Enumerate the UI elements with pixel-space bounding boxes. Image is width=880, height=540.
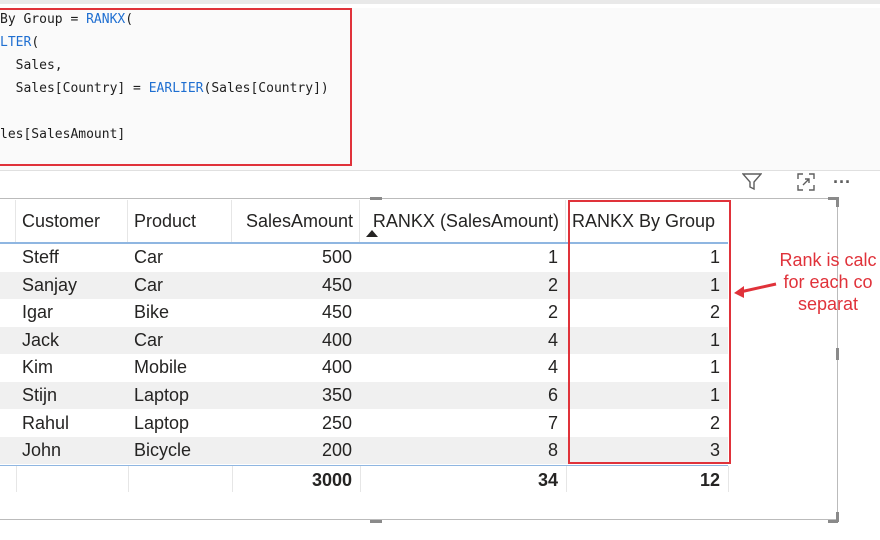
cell-product: Car (134, 329, 164, 350)
cell-product: Mobile (134, 357, 188, 378)
cell-sales: 450 (321, 274, 352, 295)
cell-rank: 2 (547, 274, 558, 295)
cell-sales: 200 (321, 440, 352, 461)
cell-sales: 350 (321, 385, 352, 405)
cell-rank: 8 (547, 440, 558, 461)
code-line-4: Sales[Country] = EARLIER(Sales[Country]) (0, 81, 329, 96)
cell-sales: 400 (321, 357, 352, 378)
sort-ascending-icon (366, 230, 378, 237)
resize-corner-top-right-v[interactable] (836, 197, 839, 207)
column-header-salesamount[interactable]: SalesAmount (232, 200, 360, 242)
cell-rank: 4 (547, 329, 558, 350)
total-separator (16, 466, 17, 492)
cell-rank: 4 (547, 357, 558, 378)
annotation-line-3: separat (797, 294, 859, 314)
total-separator (128, 466, 129, 492)
cell-product: Car (134, 274, 164, 295)
cell-rank: 6 (547, 385, 558, 405)
code-line-2: LTER( (0, 35, 40, 50)
cell-sales: 450 (321, 302, 352, 323)
cell-sales: 500 (321, 247, 352, 267)
cell-sales: 400 (321, 329, 352, 350)
annotation-line-2: for each co (783, 272, 873, 292)
cell-customer: Rahul (22, 412, 70, 433)
column-header-product[interactable]: Product (128, 200, 232, 242)
cell-customer: Stijn (22, 385, 58, 405)
cell-rank: 2 (547, 302, 558, 323)
cell-customer: John (22, 440, 62, 461)
annotation-line-1: Rank is calc (779, 250, 877, 270)
dax-formula-box[interactable]: By Group = RANKX( LTER( Sales, Sales[Cou… (0, 8, 352, 166)
column-header-customer[interactable]: Customer (16, 200, 128, 242)
total-salesamount: 3000 (311, 470, 352, 490)
column-header-rankx-salesamount[interactable]: RANKX (SalesAmount) (360, 200, 566, 242)
code-line-3: Sales, (0, 58, 63, 73)
cell-customer: Steff (22, 247, 59, 267)
filter-icon[interactable] (740, 170, 764, 194)
total-rankx-salesamount: 34 (537, 470, 558, 490)
code-line-6: les[SalesAmount] (0, 127, 126, 142)
cell-customer: Sanjay (22, 274, 78, 295)
more-options-icon[interactable]: ··· (830, 170, 854, 194)
totals-divider (0, 465, 728, 466)
cell-product: Bike (134, 302, 170, 323)
resize-handle-right[interactable] (836, 348, 839, 360)
cell-product: Car (134, 247, 164, 267)
visual-header-toolbar: ··· (720, 170, 880, 194)
cell-rank: 1 (547, 247, 558, 267)
resize-handle-bottom[interactable] (370, 520, 382, 523)
total-rankx-by-group: 12 (699, 470, 720, 490)
cell-customer: Igar (22, 302, 54, 323)
cell-rank: 7 (547, 412, 558, 433)
cell-customer: Jack (22, 329, 60, 350)
annotation-callout: Rank is calc for each co separat (768, 249, 880, 315)
code-line-1: By Group = RANKX( (0, 12, 134, 27)
cell-product: Bicycle (134, 440, 192, 461)
column-header-blank (0, 200, 16, 242)
cell-sales: 250 (321, 412, 352, 433)
cell-customer: Kim (22, 357, 53, 378)
total-separator (728, 466, 729, 492)
resize-corner-bottom-right-v[interactable] (836, 512, 839, 522)
cell-product: Laptop (134, 385, 190, 405)
top-bar (0, 0, 880, 4)
focus-mode-icon[interactable] (794, 170, 818, 194)
cell-product: Laptop (134, 412, 190, 433)
highlight-box-rankx-by-group (568, 200, 731, 464)
